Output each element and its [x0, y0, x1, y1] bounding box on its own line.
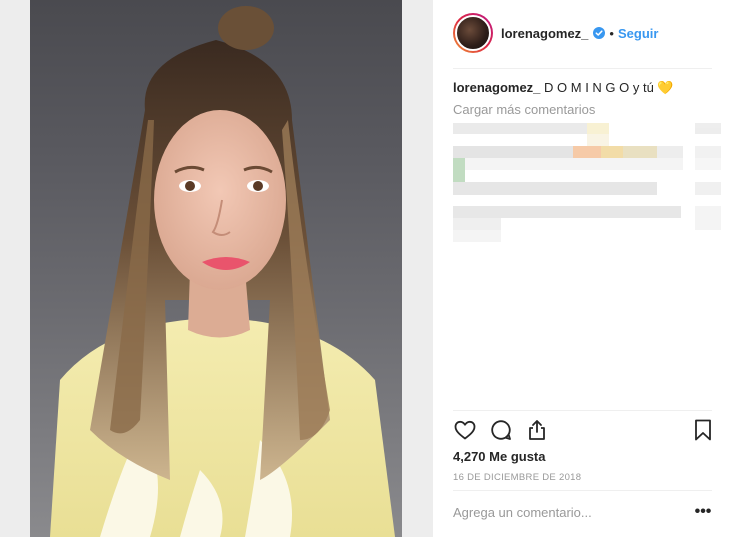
comment-bar: •••: [453, 502, 713, 528]
load-more-comments-link[interactable]: Cargar más comentarios: [453, 102, 595, 117]
header-divider: [453, 68, 712, 69]
header-separator: •: [609, 25, 614, 41]
comment-input[interactable]: [453, 505, 683, 520]
blurred-comments: [453, 120, 723, 245]
likes-count[interactable]: 4,270 Me gusta: [453, 449, 546, 464]
action-bar: [453, 418, 713, 446]
follow-button[interactable]: Seguir: [618, 26, 658, 41]
verified-badge-icon: [593, 27, 606, 39]
caption-username[interactable]: lorenagomez_: [453, 80, 540, 95]
bookmark-icon[interactable]: [691, 418, 715, 442]
caption: lorenagomez_ D O M I N G O y tú 💛: [453, 80, 713, 96]
share-icon[interactable]: [525, 418, 549, 442]
post-sidebar: lorenagomez_ • Seguir lorenagomez_ D O M…: [433, 0, 733, 537]
header-username[interactable]: lorenagomez_: [501, 26, 588, 41]
blurred-comments-pixels: [453, 123, 721, 242]
caption-text: D O M I N G O y tú 💛: [540, 80, 674, 95]
avatar[interactable]: [453, 13, 493, 53]
portrait-illustration: [50, 6, 395, 537]
post-header: lorenagomez_ • Seguir: [453, 12, 713, 54]
instagram-post-view: lorenagomez_ • Seguir lorenagomez_ D O M…: [0, 0, 733, 537]
comment-divider: [453, 490, 712, 491]
post-photo[interactable]: [30, 0, 402, 537]
more-options-icon[interactable]: •••: [693, 502, 713, 526]
heart-icon[interactable]: [453, 418, 477, 442]
comment-icon[interactable]: [489, 418, 513, 442]
post-date: 16 DE DICIEMBRE DE 2018: [453, 472, 582, 483]
actions-divider: [453, 410, 712, 411]
